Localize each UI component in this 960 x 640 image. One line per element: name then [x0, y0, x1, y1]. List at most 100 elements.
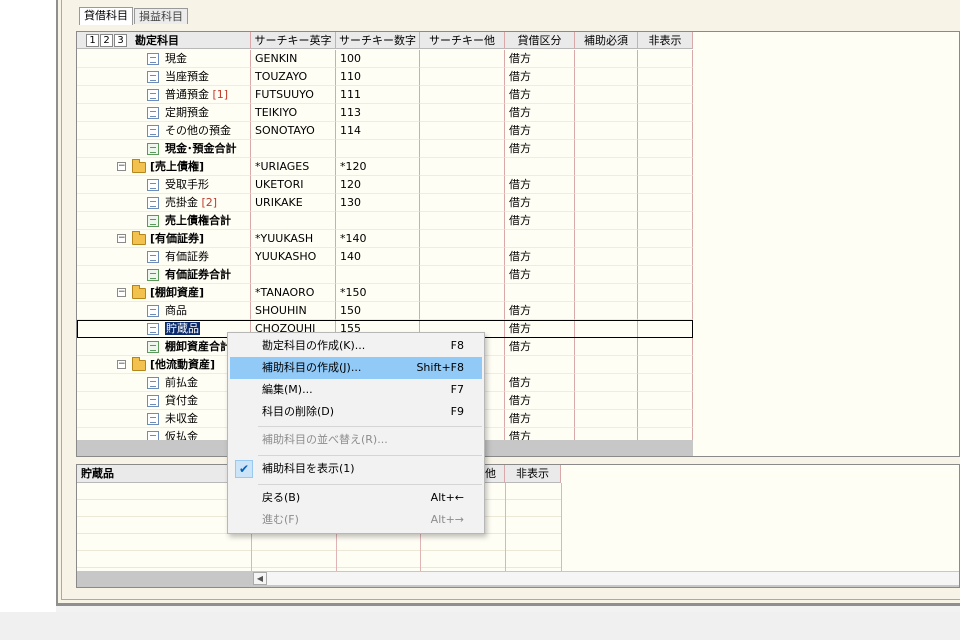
cell-search-other[interactable] — [420, 284, 505, 302]
sub-grid-row[interactable] — [77, 551, 561, 568]
cell-account-name[interactable]: − [売上債権] — [77, 158, 251, 176]
cell-account-name[interactable]: 受取手形 — [77, 176, 251, 194]
cell-hidden[interactable] — [638, 158, 693, 176]
cell-hidden[interactable] — [638, 302, 693, 320]
cell-hojo-hissu[interactable] — [575, 158, 638, 176]
table-row[interactable]: 売掛金 [2] URIKAKE 130 借方 — [77, 194, 693, 212]
menu-item-create-account[interactable]: 勘定科目の作成(K)... F8 — [230, 335, 482, 357]
cell-hidden[interactable] — [638, 86, 693, 104]
menu-item-delete-account[interactable]: 科目の削除(D) F9 — [230, 401, 482, 423]
cell-hidden[interactable] — [638, 410, 693, 428]
table-row[interactable]: − [売上債権] *URIAGES *120 — [77, 158, 693, 176]
column-header-search-num[interactable]: サーチキー数字 — [336, 32, 420, 49]
cell-hidden[interactable] — [638, 194, 693, 212]
cell-account-name[interactable]: − [棚卸資産] — [77, 284, 251, 302]
table-row[interactable]: 有価証券合計 借方 — [77, 266, 693, 284]
cell-account-name[interactable]: 普通預金 [1] — [77, 86, 251, 104]
sub-grid-row[interactable] — [77, 534, 561, 551]
cell-search-num[interactable]: 150 — [336, 302, 420, 320]
cell-account-name[interactable]: 商品 — [77, 302, 251, 320]
cell-hidden[interactable] — [638, 50, 693, 68]
menu-item-edit[interactable]: 編集(M)... F7 — [230, 379, 482, 401]
cell-search-num[interactable]: 114 — [336, 122, 420, 140]
table-row[interactable]: 売上債権合計 借方 — [77, 212, 693, 230]
cell-search-other[interactable] — [420, 122, 505, 140]
cell-hojo-hissu[interactable] — [575, 176, 638, 194]
cell-search-num[interactable]: 113 — [336, 104, 420, 122]
cell-account-name[interactable]: 前払金 — [77, 374, 251, 392]
cell-search-other[interactable] — [420, 212, 505, 230]
menu-item-sort-sub-accounts[interactable]: 補助科目の並べ替え(R)... — [230, 429, 482, 451]
cell-taishaku-kubun[interactable]: 借方 — [505, 50, 575, 68]
cell-hidden[interactable] — [638, 140, 693, 158]
cell-search-num[interactable]: *120 — [336, 158, 420, 176]
cell-hojo-hissu[interactable] — [575, 320, 638, 338]
scroll-left-icon[interactable]: ◀ — [253, 572, 267, 585]
cell-taishaku-kubun[interactable]: 借方 — [505, 176, 575, 194]
cell-taishaku-kubun[interactable]: 借方 — [505, 194, 575, 212]
table-row[interactable]: 定期預金 TEIKIYO 113 借方 — [77, 104, 693, 122]
menu-item-create-sub-account[interactable]: 補助科目の作成(J)... Shift+F8 — [230, 357, 482, 379]
cell-search-num[interactable]: 120 — [336, 176, 420, 194]
column-header-taishaku-kubun[interactable]: 貸借区分 — [505, 32, 575, 49]
cell-hojo-hissu[interactable] — [575, 338, 638, 356]
cell-account-name[interactable]: その他の預金 — [77, 122, 251, 140]
cell-hojo-hissu[interactable] — [575, 140, 638, 158]
table-row[interactable]: 受取手形 UKETORI 120 借方 — [77, 176, 693, 194]
cell-hojo-hissu[interactable] — [575, 410, 638, 428]
cell-taishaku-kubun[interactable]: 借方 — [505, 212, 575, 230]
cell-search-num[interactable] — [336, 212, 420, 230]
cell-search-other[interactable] — [420, 86, 505, 104]
cell-hojo-hissu[interactable] — [575, 374, 638, 392]
cell-account-name[interactable]: − [他流動資産] — [77, 356, 251, 374]
cell-search-num[interactable]: 140 — [336, 248, 420, 266]
table-row[interactable]: その他の預金 SONOTAYO 114 借方 — [77, 122, 693, 140]
cell-hidden[interactable] — [638, 392, 693, 410]
cell-hidden[interactable] — [638, 68, 693, 86]
cell-search-other[interactable] — [420, 194, 505, 212]
cell-account-name[interactable]: 棚卸資産合計 — [77, 338, 251, 356]
cell-taishaku-kubun[interactable]: 借方 — [505, 248, 575, 266]
cell-search-other[interactable] — [420, 158, 505, 176]
cell-search-other[interactable] — [420, 50, 505, 68]
cell-search-num[interactable]: *150 — [336, 284, 420, 302]
cell-hojo-hissu[interactable] — [575, 50, 638, 68]
column-header-hidden[interactable]: 非表示 — [638, 32, 693, 49]
cell-taishaku-kubun[interactable]: 借方 — [505, 320, 575, 338]
cell-taishaku-kubun[interactable]: 借方 — [505, 86, 575, 104]
cell-hojo-hissu[interactable] — [575, 194, 638, 212]
tab-taishaku[interactable]: 貸借科目 — [79, 7, 133, 25]
cell-taishaku-kubun[interactable]: 借方 — [505, 68, 575, 86]
cell-taishaku-kubun[interactable]: 借方 — [505, 338, 575, 356]
table-row[interactable]: − [有価証券] *YUUKASH *140 — [77, 230, 693, 248]
cell-account-name[interactable]: − [有価証券] — [77, 230, 251, 248]
cell-hojo-hissu[interactable] — [575, 266, 638, 284]
menu-item-forward[interactable]: 進む(F) Alt+→ — [230, 509, 482, 531]
cell-hojo-hissu[interactable] — [575, 104, 638, 122]
collapse-toggle-icon[interactable]: − — [117, 234, 126, 243]
cell-hidden[interactable] — [638, 338, 693, 356]
cell-taishaku-kubun[interactable]: 借方 — [505, 266, 575, 284]
level-3-button[interactable]: 3 — [114, 34, 127, 47]
cell-taishaku-kubun[interactable]: 借方 — [505, 410, 575, 428]
cell-hidden[interactable] — [638, 374, 693, 392]
table-row[interactable]: 現金･預金合計 借方 — [77, 140, 693, 158]
cell-hojo-hissu[interactable] — [575, 356, 638, 374]
cell-search-num[interactable]: 130 — [336, 194, 420, 212]
column-header-hojo-hissu[interactable]: 補助必須 — [575, 32, 638, 49]
cell-account-name[interactable]: 有価証券 — [77, 248, 251, 266]
cell-search-other[interactable] — [420, 248, 505, 266]
cell-hojo-hissu[interactable] — [575, 248, 638, 266]
level-1-button[interactable]: 1 — [86, 34, 99, 47]
cell-hidden[interactable] — [638, 284, 693, 302]
cell-account-name[interactable]: 貯蔵品 — [77, 320, 251, 338]
cell-search-num[interactable]: 110 — [336, 68, 420, 86]
table-row[interactable]: 商品 SHOUHIN 150 借方 — [77, 302, 693, 320]
cell-search-en[interactable]: URIKAKE — [251, 194, 336, 212]
cell-search-en[interactable]: YUUKASHO — [251, 248, 336, 266]
collapse-toggle-icon[interactable]: − — [117, 162, 126, 171]
cell-search-num[interactable]: *140 — [336, 230, 420, 248]
cell-search-en[interactable]: SHOUHIN — [251, 302, 336, 320]
cell-taishaku-kubun[interactable]: 借方 — [505, 374, 575, 392]
cell-taishaku-kubun[interactable]: 借方 — [505, 140, 575, 158]
